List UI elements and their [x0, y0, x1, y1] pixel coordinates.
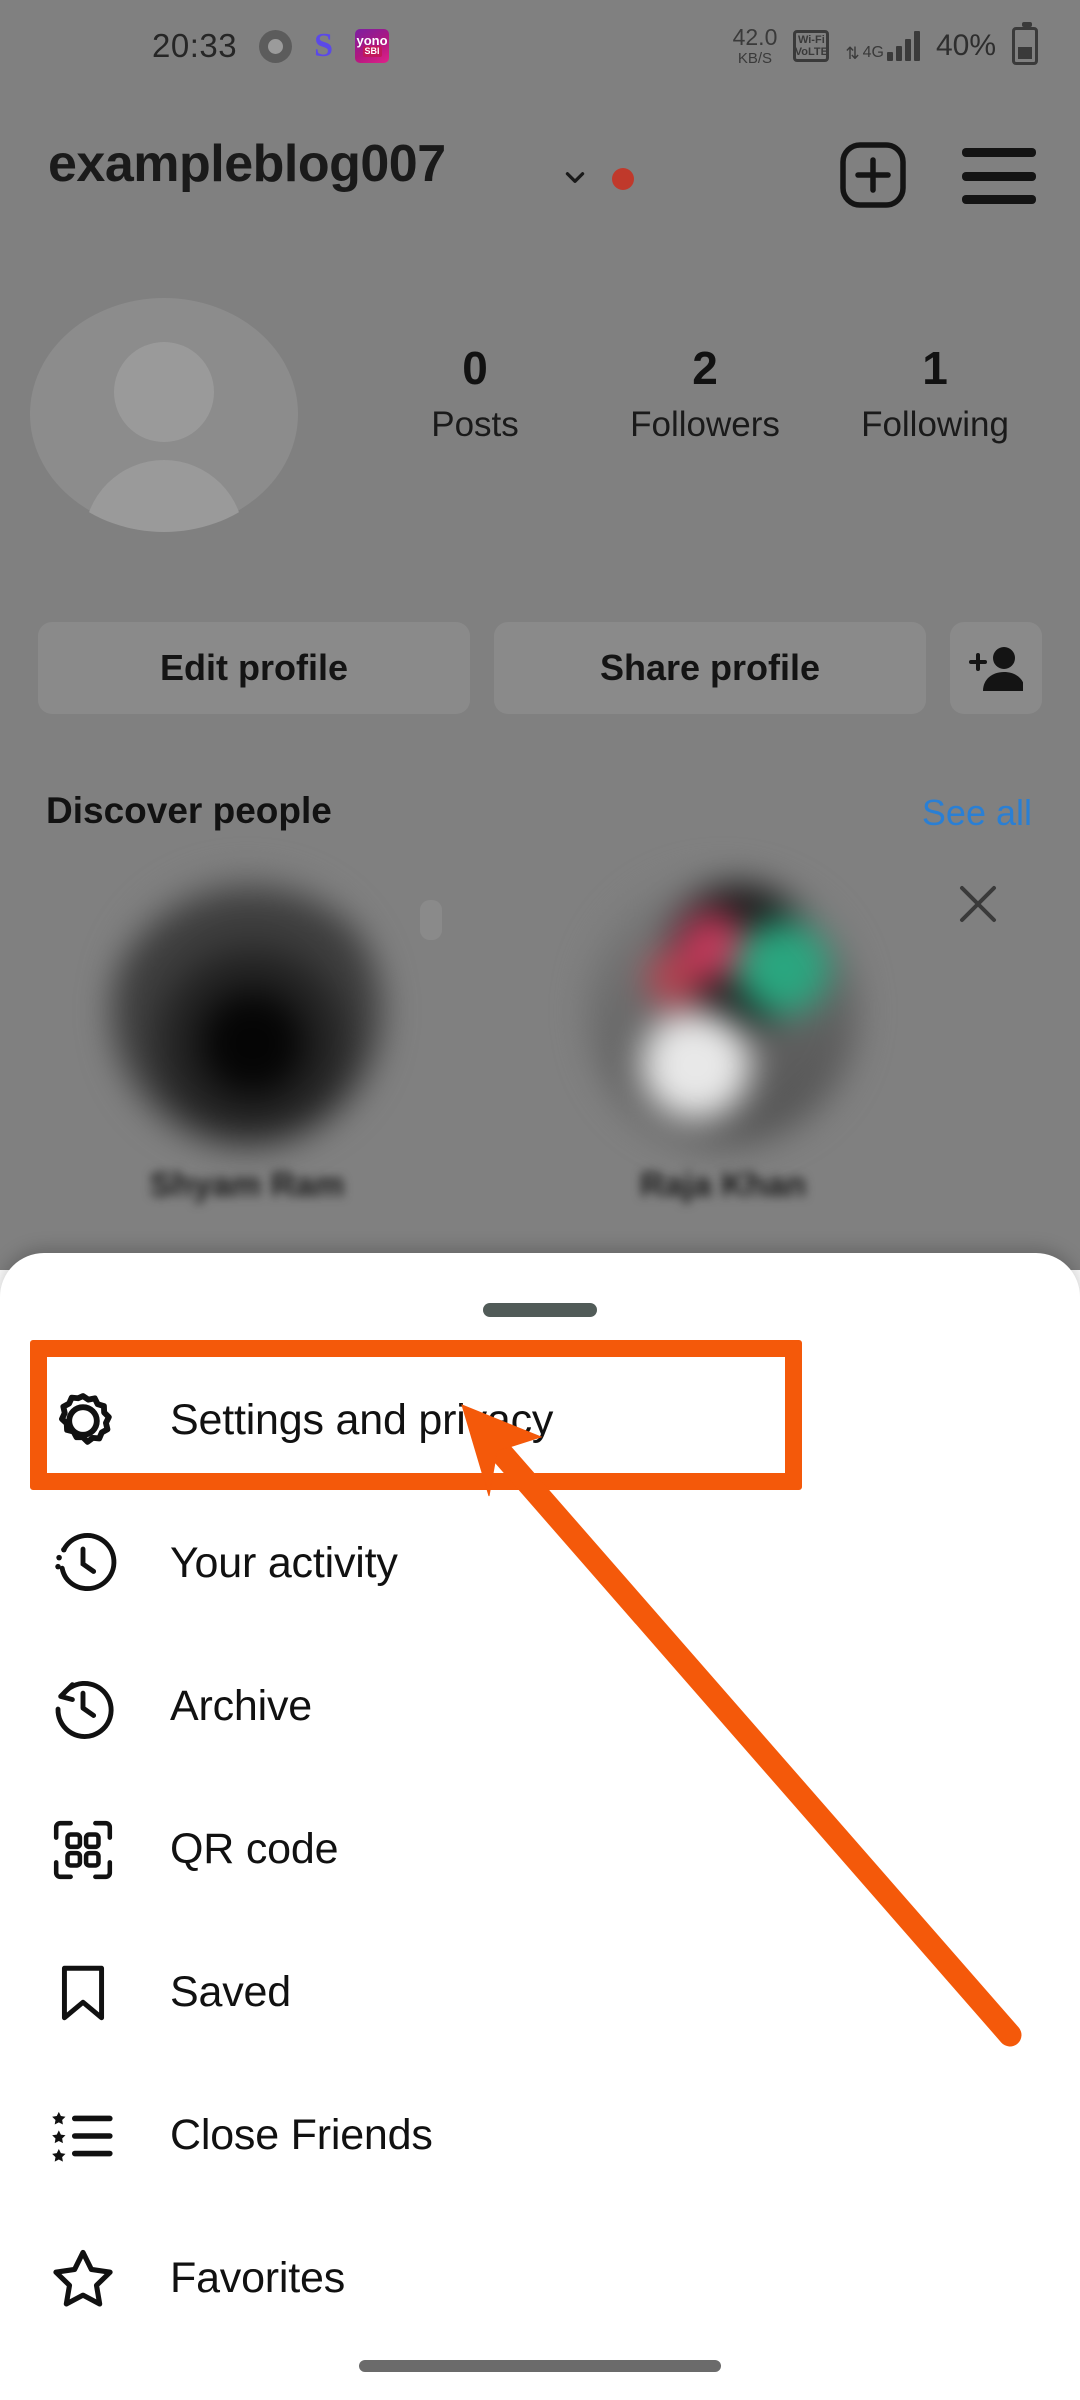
status-bar-left: 20:33 S yono SBI — [152, 0, 390, 92]
suggested-user-name: Raja Khan — [639, 1166, 807, 1204]
bookmark-icon — [46, 1956, 120, 2030]
add-person-icon — [969, 647, 1023, 691]
status-bar: 20:33 S yono SBI 42.0 KB/S Wi-Fi VoLTE ⇅… — [0, 0, 1080, 92]
create-post-button[interactable] — [838, 140, 908, 210]
menu-item-label: Close Friends — [170, 2111, 433, 2159]
profile-summary-row: 0 Posts 2 Followers 1 Following — [0, 298, 1080, 532]
share-profile-button[interactable]: Share profile — [494, 622, 926, 714]
phone-screen: 20:33 S yono SBI 42.0 KB/S Wi-Fi VoLTE ⇅… — [0, 0, 1080, 2400]
suggested-user-name: Shyam Ram — [149, 1166, 345, 1204]
discover-people-title: Discover people — [46, 790, 332, 831]
menu-item-archive[interactable]: Archive — [0, 1635, 1080, 1778]
network-speed: 42.0 KB/S — [732, 24, 778, 67]
following-count: 1 — [922, 342, 948, 394]
app-header: exampleblog007 — [0, 120, 1080, 240]
menu-item-settings-and-privacy[interactable]: Settings and privacy — [0, 1349, 1080, 1492]
card-divider-dot — [420, 900, 442, 940]
status-bar-right: 42.0 KB/S Wi-Fi VoLTE ⇅ 4G 40% — [733, 0, 1038, 92]
list-item[interactable]: Shyam Ram — [112, 876, 382, 1204]
star-list-icon — [46, 2099, 120, 2173]
home-gesture-bar — [359, 2360, 721, 2372]
network-speed-value: 42.0 — [732, 24, 778, 50]
menu-item-label: Saved — [170, 1968, 291, 2016]
menu-list: Settings and privacy Your activity Archi… — [0, 1349, 1080, 2350]
menu-item-your-activity[interactable]: Your activity — [0, 1492, 1080, 1635]
close-icon[interactable] — [954, 880, 1002, 928]
activity-clock-icon — [46, 1527, 120, 1601]
menu-item-label: Your activity — [170, 1539, 398, 1587]
followers-label: Followers — [630, 404, 780, 444]
menu-item-label: Archive — [170, 1682, 312, 1730]
add-person-button[interactable] — [950, 622, 1042, 714]
menu-item-label: Settings and privacy — [170, 1396, 554, 1444]
star-icon — [46, 2242, 120, 2316]
suggested-user-avatar — [112, 876, 382, 1146]
avatar[interactable] — [30, 298, 298, 532]
battery-percent-label: 40% — [935, 29, 996, 62]
chrome-icon — [259, 29, 293, 63]
posts-count: 0 — [462, 342, 488, 394]
suggested-user-avatar — [588, 876, 858, 1146]
yono-icon-top: yono — [356, 33, 388, 48]
signal-icon: ⇅ 4G — [845, 31, 920, 63]
signal-bars-icon — [886, 31, 920, 61]
bottom-sheet-menu: Settings and privacy Your activity Archi… — [0, 1253, 1080, 2400]
volte-icon: Wi-Fi VoLTE — [793, 30, 830, 62]
menu-item-label: Favorites — [170, 2254, 346, 2302]
profile-action-buttons: Edit profile Share profile — [0, 622, 1080, 714]
following-label: Following — [861, 404, 1009, 444]
profile-username[interactable]: exampleblog007 — [48, 134, 446, 194]
stat-posts[interactable]: 0 Posts — [360, 342, 590, 445]
menu-item-saved[interactable]: Saved — [0, 1921, 1080, 2064]
gear-icon — [46, 1384, 120, 1458]
posts-label: Posts — [431, 404, 519, 444]
menu-item-close-friends[interactable]: Close Friends — [0, 2064, 1080, 2207]
volte-top-text: Wi-Fi — [797, 34, 825, 46]
list-item[interactable]: Raja Khan — [588, 876, 858, 1204]
stat-followers[interactable]: 2 Followers — [590, 342, 820, 445]
network-type-label: 4G — [862, 44, 884, 61]
default-avatar-icon — [30, 300, 298, 532]
chevron-down-icon[interactable] — [562, 164, 588, 190]
stat-following[interactable]: 1 Following — [820, 342, 1050, 445]
network-speed-unit: KB/S — [737, 50, 773, 67]
unread-badge-dot — [612, 168, 634, 190]
profile-stats: 0 Posts 2 Followers 1 Following — [360, 342, 1050, 445]
followers-count: 2 — [692, 342, 718, 394]
data-arrows-icon: ⇅ — [845, 44, 860, 63]
skype-icon: S — [314, 27, 334, 64]
qr-code-icon — [46, 1813, 120, 1887]
yono-icon-bottom: SBI — [362, 46, 382, 57]
volte-bottom-text: VoLTE — [794, 46, 828, 58]
yono-sbi-icon: yono SBI — [355, 29, 390, 63]
menu-item-qr-code[interactable]: QR code — [0, 1778, 1080, 1921]
dimmed-profile-backdrop: 20:33 S yono SBI 42.0 KB/S Wi-Fi VoLTE ⇅… — [0, 0, 1080, 1270]
drag-handle[interactable] — [483, 1303, 597, 1317]
menu-item-favorites[interactable]: Favorites — [0, 2207, 1080, 2350]
edit-profile-button[interactable]: Edit profile — [38, 622, 470, 714]
status-bar-clock: 20:33 — [152, 27, 238, 64]
hamburger-menu-button[interactable] — [962, 148, 1036, 204]
battery-icon — [1012, 22, 1038, 65]
discover-see-all-link[interactable]: See all — [922, 792, 1032, 834]
archive-clock-icon — [46, 1670, 120, 1744]
menu-item-label: QR code — [170, 1825, 339, 1873]
